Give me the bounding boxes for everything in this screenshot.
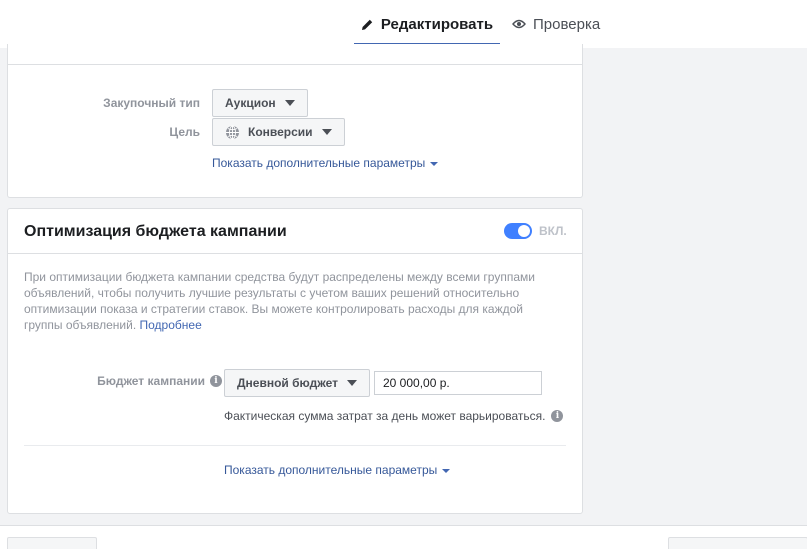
cbo-description-text: При оптимизации бюджета кампании средств… <box>24 270 535 332</box>
budget-type-dropdown[interactable]: Дневной бюджет <box>224 369 370 397</box>
show-more-options-label: Показать дополнительные параметры <box>212 156 426 170</box>
budget-note: Фактическая сумма затрат за день может в… <box>224 409 564 423</box>
tab-edit-label: Редактировать <box>380 15 494 33</box>
show-more-options-label: Показать дополнительные параметры <box>224 463 438 477</box>
budget-type-value: Дневной бюджет <box>237 376 338 390</box>
budget-note-text: Фактическая сумма затрат за день может в… <box>224 409 546 423</box>
footer-left-button[interactable] <box>7 537 97 549</box>
tab-review-label: Проверка <box>533 15 601 33</box>
section-divider <box>24 445 566 446</box>
show-more-options-link[interactable]: Показать дополнительные параметры <box>224 463 451 477</box>
chevron-down-icon <box>284 100 295 106</box>
info-icon[interactable]: i <box>551 410 564 422</box>
cbo-title: Оптимизация бюджета кампании <box>24 223 287 240</box>
bidding-card: Закупочный тип Аукцион Цель Конверсии По… <box>7 44 583 198</box>
top-tab-bar: Редактировать Проверка <box>0 0 807 48</box>
purchase-type-label: Закупочный тип <box>103 96 200 110</box>
chevron-down-icon <box>347 380 357 386</box>
card-divider <box>8 64 582 65</box>
caret-down-icon <box>442 468 451 473</box>
eye-icon <box>512 19 526 29</box>
purchase-type-dropdown[interactable]: Аукцион <box>212 89 308 117</box>
pencil-icon <box>361 18 374 31</box>
tab-review[interactable]: Проверка <box>512 0 600 48</box>
card-divider <box>8 253 582 254</box>
goal-label: Цель <box>169 125 200 139</box>
goal-dropdown[interactable]: Конверсии <box>212 118 345 146</box>
cbo-description: При оптимизации бюджета кампании средств… <box>24 269 554 333</box>
chevron-down-icon <box>321 129 332 135</box>
goal-value: Конверсии <box>248 125 313 139</box>
purchase-type-value: Аукцион <box>225 96 276 110</box>
show-more-options-link[interactable]: Показать дополнительные параметры <box>212 156 439 170</box>
cbo-toggle[interactable] <box>504 223 532 239</box>
tab-edit[interactable]: Редактировать <box>354 0 500 48</box>
caret-down-icon <box>430 161 439 166</box>
learn-more-link[interactable]: Подробнее <box>140 318 202 332</box>
budget-label: Бюджет кампании <box>97 374 205 388</box>
info-icon[interactable]: i <box>210 375 222 387</box>
footer-right-button[interactable] <box>668 537 807 549</box>
cbo-card: Оптимизация бюджета кампании ВКЛ. При оп… <box>7 208 583 514</box>
budget-label-row: Бюджет кампании i <box>48 374 222 388</box>
budget-amount-input[interactable] <box>374 371 542 395</box>
cbo-toggle-label: ВКЛ. <box>539 224 567 238</box>
globe-icon <box>225 125 240 140</box>
